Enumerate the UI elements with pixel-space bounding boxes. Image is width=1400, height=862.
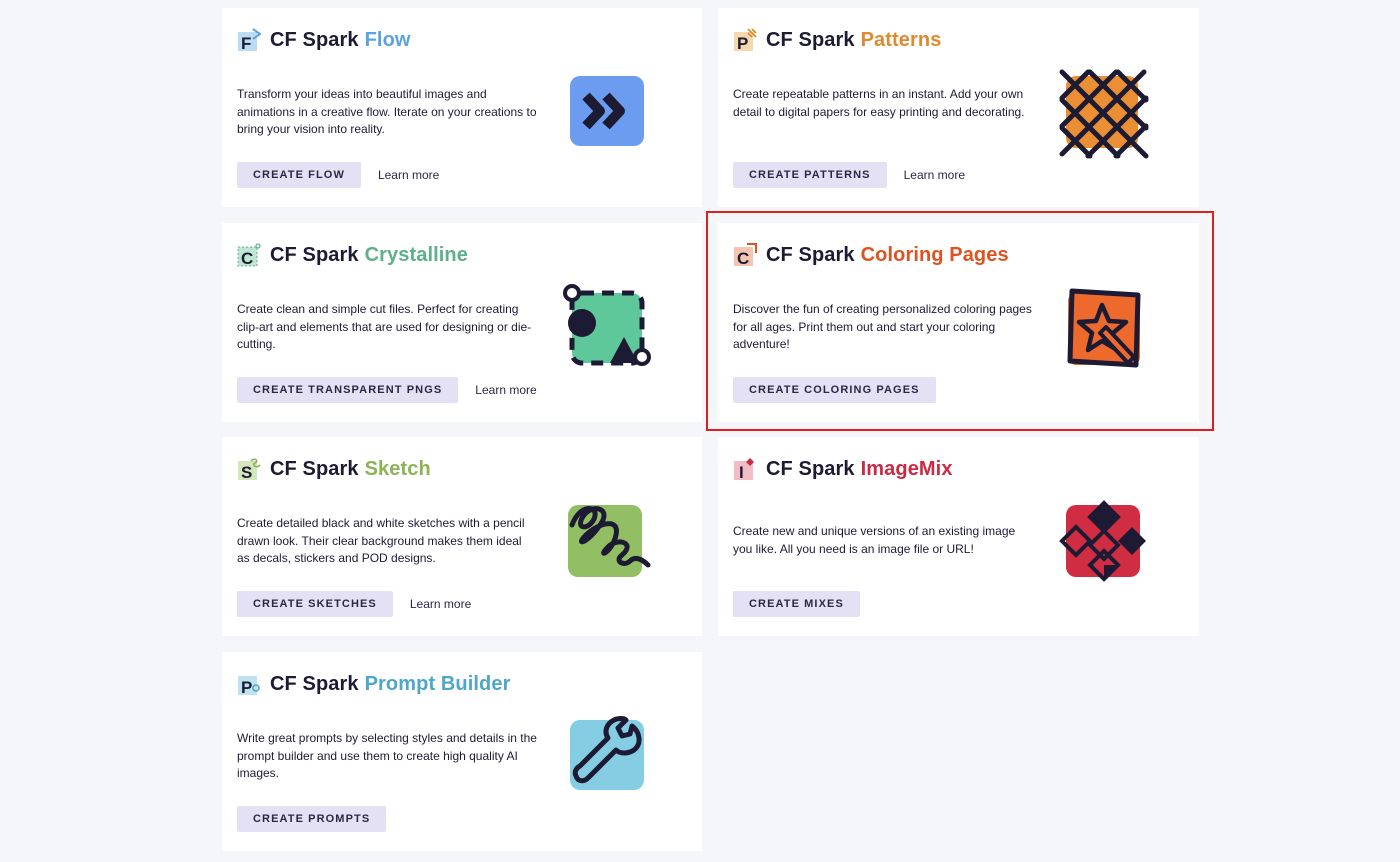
brand-name: CF Spark: [270, 243, 359, 266]
product-name: Coloring Pages: [860, 243, 1009, 266]
card-description: Discover the fun of creating personalize…: [733, 302, 1032, 351]
svg-text:P: P: [737, 34, 748, 52]
patterns-logo-icon: P: [734, 28, 757, 52]
card-title: I CF Spark ImageMix: [733, 455, 953, 483]
create-flow-button[interactable]: CREATE FLOW: [237, 162, 361, 188]
card-title: P CF Spark Patterns: [733, 26, 941, 54]
crosshatch-pattern-icon: [1059, 69, 1149, 159]
svg-text:F: F: [241, 34, 251, 52]
card-description: Write great prompts by selecting styles …: [237, 731, 537, 780]
card-imagemix: I CF Spark ImageMix Create new and unique…: [718, 437, 1199, 636]
card-description: Create repeatable patterns in an instant…: [733, 87, 1025, 119]
card-sketch: S CF Spark Sketch Create detailed black a…: [222, 437, 702, 636]
card-patterns: P CF Spark Patterns Create repeatable pat…: [718, 8, 1199, 207]
product-name: Sketch: [364, 457, 431, 480]
product-name: Crystalline: [364, 243, 468, 266]
prompt-builder-logo-icon: P: [238, 676, 260, 696]
product-name: Prompt Builder: [364, 672, 511, 695]
brand-name: CF Spark: [270, 457, 359, 480]
svg-text:P: P: [241, 678, 252, 696]
card-title: S CF Spark Sketch: [237, 455, 431, 483]
card-description: Create new and unique versions of an exi…: [733, 524, 1016, 556]
shapes-selection-icon: [563, 284, 651, 366]
brand-name: CF Spark: [270, 672, 359, 695]
create-coloring-pages-button[interactable]: CREATE COLORING PAGES: [733, 377, 936, 403]
brand-name: CF Spark: [766, 243, 855, 266]
coloring-pages-logo-icon: C: [734, 243, 757, 267]
brand-name: CF Spark: [766, 457, 855, 480]
squiggle-icon: [568, 505, 651, 577]
svg-text:S: S: [241, 463, 252, 481]
svg-text:I: I: [739, 463, 744, 481]
card-prompt-builder: P CF Spark Prompt Builder Write great pro…: [222, 652, 702, 851]
card-title: P CF Spark Prompt Builder: [237, 670, 510, 698]
product-name: Flow: [364, 28, 411, 51]
brand-name: CF Spark: [766, 28, 855, 51]
create-patterns-button[interactable]: CREATE PATTERNS: [733, 162, 887, 188]
brand-name: CF Spark: [270, 28, 359, 51]
sketch-logo-icon: S: [238, 458, 261, 481]
learn-more-link[interactable]: Learn more: [475, 383, 536, 397]
card-coloring-pages: C CF Spark Coloring Pages Discover the fu…: [718, 223, 1199, 422]
wrench-icon: [570, 716, 644, 790]
flow-logo-icon: F: [238, 28, 261, 52]
learn-more-link[interactable]: Learn more: [378, 168, 439, 182]
learn-more-link[interactable]: Learn more: [410, 597, 471, 611]
card-flow: F CF Spark Flow Transform your ideas into…: [222, 8, 702, 207]
imagemix-logo-icon: I: [734, 458, 754, 481]
create-transparent-pngs-button[interactable]: CREATE TRANSPARENT PNGS: [237, 377, 459, 403]
double-chevron-right-icon: [570, 76, 644, 146]
crystalline-logo-icon: C: [237, 243, 261, 267]
card-description: Create detailed black and white sketches…: [237, 516, 525, 565]
product-name: ImageMix: [860, 457, 953, 480]
card-title: F CF Spark Flow: [237, 26, 411, 54]
card-title: C CF Spark Crystalline: [237, 241, 468, 269]
svg-text:C: C: [241, 249, 253, 267]
learn-more-link[interactable]: Learn more: [904, 168, 965, 182]
svg-text:C: C: [737, 249, 749, 267]
create-sketches-button[interactable]: CREATE SKETCHES: [237, 591, 393, 617]
create-prompts-button[interactable]: CREATE PROMPTS: [237, 806, 387, 832]
diamond-grid-icon: [1059, 500, 1146, 582]
create-mixes-button[interactable]: CREATE MIXES: [733, 591, 860, 617]
card-crystalline: C CF Spark Crystalline Create clean and s…: [222, 223, 702, 422]
product-name: Patterns: [860, 28, 942, 51]
card-description: Transform your ideas into beautiful imag…: [237, 87, 537, 136]
star-pencil-icon: [1067, 288, 1141, 368]
card-title: C CF Spark Coloring Pages: [733, 241, 1009, 269]
card-description: Create clean and simple cut files. Perfe…: [237, 302, 532, 351]
